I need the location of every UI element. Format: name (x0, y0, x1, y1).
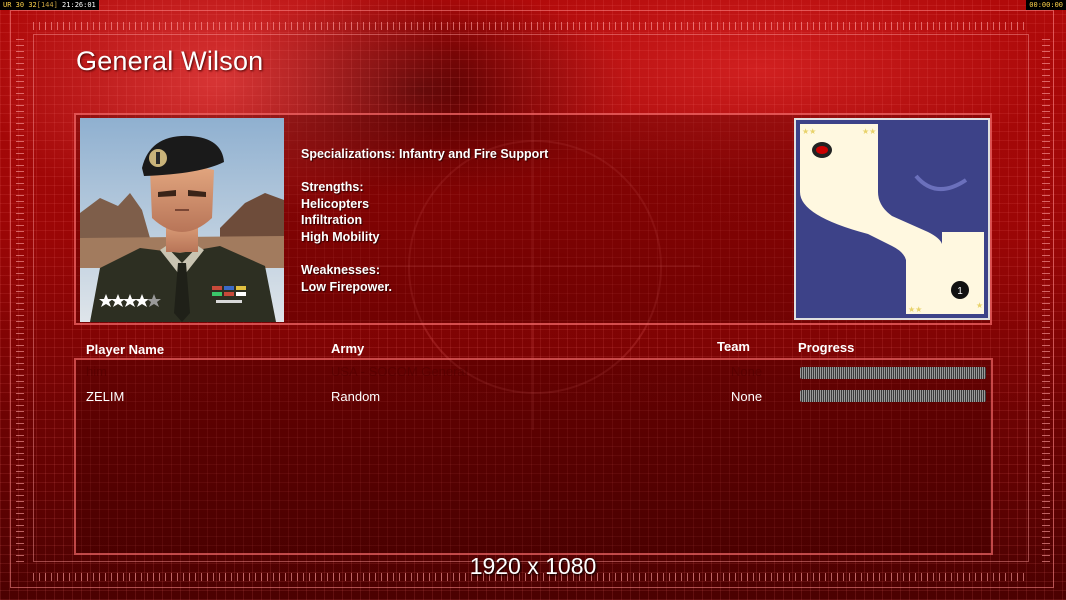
ruler-top (33, 22, 1029, 30)
ruler-right (1042, 34, 1050, 562)
player-army: USA - SOCOM General (331, 364, 468, 379)
player-start-marker: 1 (957, 286, 963, 297)
player-team: None (731, 389, 763, 404)
player-row: him USA - SOCOM General None (0, 364, 1066, 384)
column-header-army: Army (331, 341, 365, 356)
strength-item: High Mobility (301, 229, 380, 244)
strengths-heading: Strengths: (301, 180, 364, 195)
player-name: him (86, 364, 107, 379)
hud-right-clock: 00:00:00 (1029, 1, 1063, 9)
specializations-text: Specializations: Infantry and Fire Suppo… (301, 147, 549, 161)
debug-hud-left: UR 30 32[144] 21:26:01 (0, 0, 99, 10)
hud-field-b: 30 (15, 1, 25, 9)
debug-hud-right: 00:00:00 (1026, 0, 1066, 10)
svg-text:★: ★ (976, 301, 983, 310)
strength-item: Helicopters (301, 196, 370, 211)
column-header-player-name: Player Name (86, 342, 165, 357)
hud-field-a: UR (3, 1, 12, 9)
strength-item: Infiltration (301, 213, 363, 228)
column-header-progress: Progress (798, 340, 855, 355)
player-team: None (731, 364, 763, 379)
loading-progress-bar (800, 390, 986, 402)
general-portrait (80, 118, 284, 322)
svg-text:★★: ★★ (862, 127, 876, 136)
hud-field-d: [144] (36, 1, 58, 9)
svg-text:★★: ★★ (908, 305, 922, 314)
players-list (74, 358, 993, 555)
general-description: Specializations: Infantry and Fire Suppo… (301, 146, 548, 295)
loading-progress-bar (800, 367, 986, 379)
hud-field-c: 32 (28, 1, 37, 9)
ruler-left (16, 34, 24, 562)
column-header-team: Team (717, 339, 750, 354)
resolution-overlay: 1920 x 1080 (469, 553, 597, 579)
player-row: ZELIM Random None (0, 389, 1066, 409)
player-army: Random (331, 389, 381, 404)
map-preview: 1 ★★ ★★ ★★ ★ (794, 118, 990, 320)
hud-clock: 21:26:01 (62, 1, 96, 9)
general-name-title: General Wilson (76, 46, 264, 76)
weaknesses-heading: Weaknesses: (301, 263, 380, 278)
weakness-item: Low Firepower. (301, 279, 392, 294)
player-name: ZELIM (86, 389, 125, 404)
svg-text:★★: ★★ (802, 127, 816, 136)
